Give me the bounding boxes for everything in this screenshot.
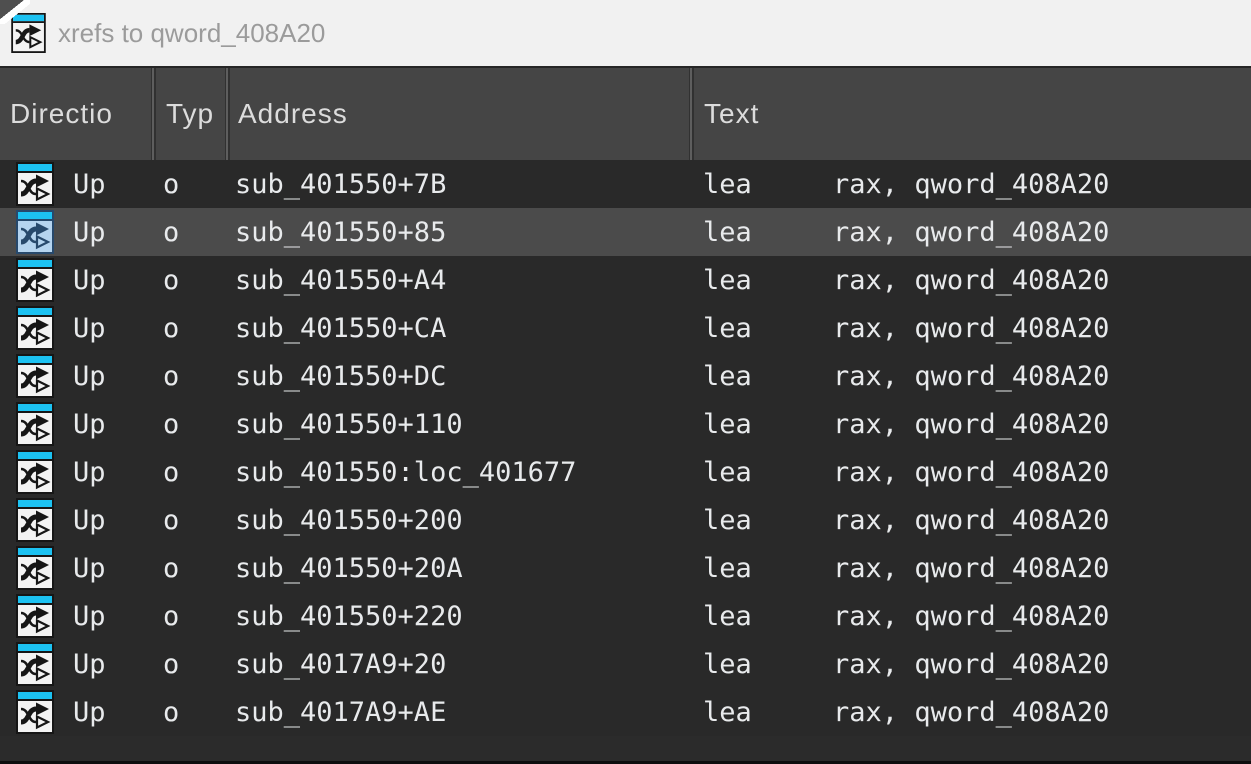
xref-icon-cell — [0, 352, 73, 400]
type-cell: o — [163, 601, 235, 632]
text-cell: lea rax, qword_408A20 — [703, 505, 1251, 536]
xref-icon — [16, 402, 54, 446]
address-cell: sub_401550+20A — [235, 553, 703, 584]
text-cell: lea rax, qword_408A20 — [703, 601, 1251, 632]
xref-icon-cell — [0, 544, 73, 592]
address-cell: sub_401550:loc_401677 — [235, 457, 703, 488]
type-cell: o — [163, 457, 235, 488]
xref-row-7[interactable]: Up o sub_401550+200 lea rax, qword_408A2… — [0, 496, 1251, 544]
xref-icon-cell — [0, 256, 73, 304]
direction-cell: Up — [73, 601, 163, 632]
xref-row-5[interactable]: Up o sub_401550+110 lea rax, qword_408A2… — [0, 400, 1251, 448]
text-cell: lea rax, qword_408A20 — [703, 313, 1251, 344]
xref-row-1[interactable]: Up o sub_401550+85 lea rax, qword_408A20 — [0, 208, 1251, 256]
xref-icon — [16, 306, 54, 350]
xref-row-9[interactable]: Up o sub_401550+220 lea rax, qword_408A2… — [0, 592, 1251, 640]
text-cell: lea rax, qword_408A20 — [703, 361, 1251, 392]
window-title: xrefs to qword_408A20 — [58, 18, 325, 49]
column-header-address[interactable]: Address — [230, 68, 689, 160]
direction-cell: Up — [73, 169, 163, 200]
type-cell: o — [163, 361, 235, 392]
direction-cell: Up — [73, 409, 163, 440]
xref-icon — [16, 594, 54, 638]
xref-row-8[interactable]: Up o sub_401550+20A lea rax, qword_408A2… — [0, 544, 1251, 592]
text-cell: lea rax, qword_408A20 — [703, 457, 1251, 488]
direction-cell: Up — [73, 217, 163, 248]
xrefs-window: xrefs to qword_408A20 Directio Typ Addre… — [0, 0, 1251, 764]
type-cell: o — [163, 505, 235, 536]
type-cell: o — [163, 409, 235, 440]
xref-icon-cell — [0, 160, 73, 208]
xref-table-header: Directio Typ Address Text — [0, 66, 1251, 160]
direction-cell: Up — [73, 457, 163, 488]
xref-icon — [16, 546, 54, 590]
address-cell: sub_401550+220 — [235, 601, 703, 632]
address-cell: sub_401550+A4 — [235, 265, 703, 296]
window-footer — [0, 736, 1251, 764]
type-cell: o — [163, 265, 235, 296]
address-cell: sub_401550+85 — [235, 217, 703, 248]
window-corner-decoration — [0, 0, 30, 24]
xref-icon-cell — [0, 592, 73, 640]
xref-icon — [16, 258, 54, 302]
address-cell: sub_401550+CA — [235, 313, 703, 344]
xref-row-2[interactable]: Up o sub_401550+A4 lea rax, qword_408A20 — [0, 256, 1251, 304]
address-cell: sub_4017A9+20 — [235, 649, 703, 680]
xref-icon-cell — [0, 208, 73, 256]
type-cell: o — [163, 553, 235, 584]
xref-row-4[interactable]: Up o sub_401550+DC lea rax, qword_408A20 — [0, 352, 1251, 400]
address-cell: sub_401550+200 — [235, 505, 703, 536]
xref-icon-cell — [0, 400, 73, 448]
xref-icon — [16, 642, 54, 686]
xref-icon — [16, 210, 54, 254]
xref-icon-cell — [0, 448, 73, 496]
xref-icon — [16, 354, 54, 398]
text-cell: lea rax, qword_408A20 — [703, 409, 1251, 440]
text-cell: lea rax, qword_408A20 — [703, 265, 1251, 296]
xref-row-3[interactable]: Up o sub_401550+CA lea rax, qword_408A20 — [0, 304, 1251, 352]
text-cell: lea rax, qword_408A20 — [703, 697, 1251, 728]
type-cell: o — [163, 217, 235, 248]
window-titlebar: xrefs to qword_408A20 — [0, 0, 1251, 66]
xref-table-body: Up o sub_401550+7B lea rax, qword_408A20… — [0, 160, 1251, 736]
xref-row-0[interactable]: Up o sub_401550+7B lea rax, qword_408A20 — [0, 160, 1251, 208]
column-header-text[interactable]: Text — [694, 68, 1251, 160]
column-header-direction[interactable]: Directio — [0, 68, 151, 160]
text-cell: lea rax, qword_408A20 — [703, 649, 1251, 680]
type-cell: o — [163, 313, 235, 344]
text-cell: lea rax, qword_408A20 — [703, 553, 1251, 584]
column-header-type[interactable]: Typ — [156, 68, 225, 160]
direction-cell: Up — [73, 553, 163, 584]
xref-icon-cell — [0, 496, 73, 544]
type-cell: o — [163, 169, 235, 200]
type-cell: o — [163, 697, 235, 728]
direction-cell: Up — [73, 361, 163, 392]
xref-icon — [16, 450, 54, 494]
xref-icon-cell — [0, 688, 73, 736]
xref-row-11[interactable]: Up o sub_4017A9+AE lea rax, qword_408A20 — [0, 688, 1251, 736]
xref-row-10[interactable]: Up o sub_4017A9+20 lea rax, qword_408A20 — [0, 640, 1251, 688]
address-cell: sub_401550+7B — [235, 169, 703, 200]
text-cell: lea rax, qword_408A20 — [703, 217, 1251, 248]
address-cell: sub_4017A9+AE — [235, 697, 703, 728]
xref-row-6[interactable]: Up o sub_401550:loc_401677 lea rax, qwor… — [0, 448, 1251, 496]
direction-cell: Up — [73, 649, 163, 680]
address-cell: sub_401550+110 — [235, 409, 703, 440]
direction-cell: Up — [73, 505, 163, 536]
xref-icon — [16, 690, 54, 734]
xref-icon-cell — [0, 640, 73, 688]
xref-icon — [16, 498, 54, 542]
xref-icon-cell — [0, 304, 73, 352]
xref-icon — [16, 162, 54, 206]
direction-cell: Up — [73, 313, 163, 344]
direction-cell: Up — [73, 265, 163, 296]
direction-cell: Up — [73, 697, 163, 728]
address-cell: sub_401550+DC — [235, 361, 703, 392]
text-cell: lea rax, qword_408A20 — [703, 169, 1251, 200]
type-cell: o — [163, 649, 235, 680]
